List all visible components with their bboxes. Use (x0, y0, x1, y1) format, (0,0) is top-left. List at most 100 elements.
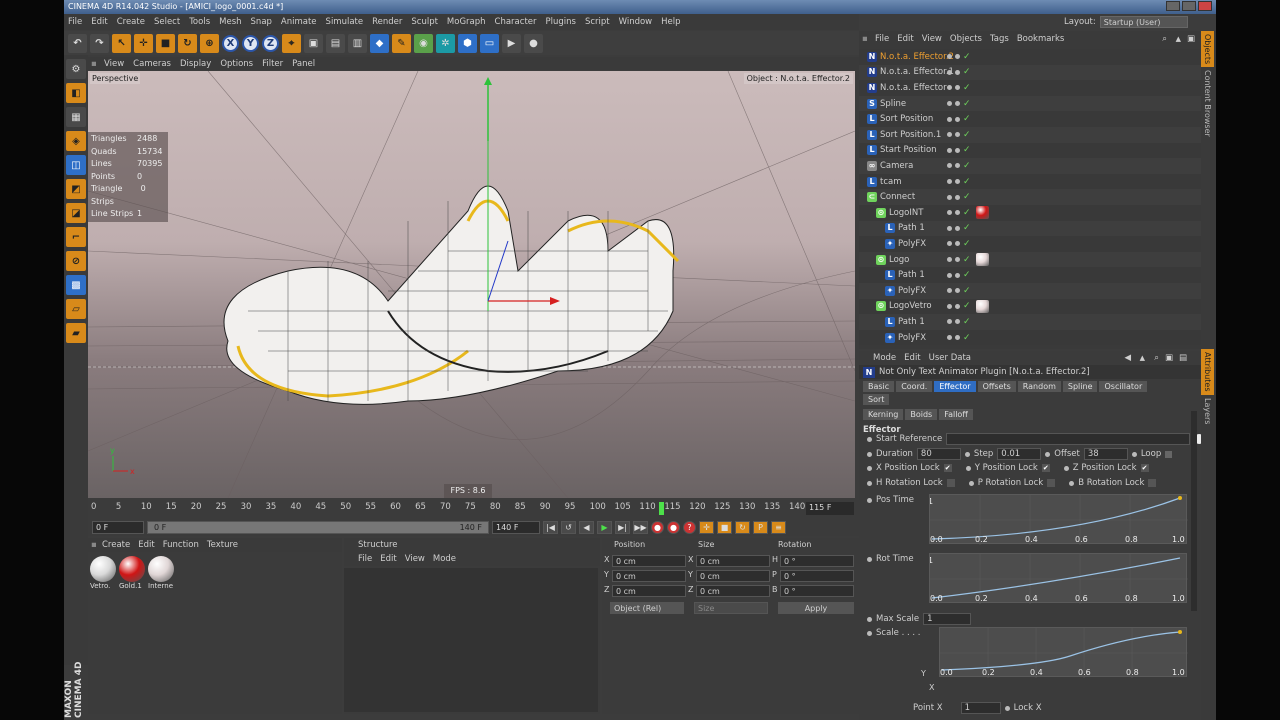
record-icon[interactable]: ● (651, 520, 664, 534)
visibility-dot-icon[interactable] (947, 241, 952, 247)
side-tab-content-browser[interactable]: Content Browser (1201, 67, 1214, 140)
end-frame-field[interactable]: 140 F (492, 520, 540, 534)
record-scale-icon[interactable]: ■ (717, 520, 732, 534)
object-row[interactable]: L Path 1 ✓ (859, 267, 1201, 283)
object-row[interactable]: L Path 1 ✓ (859, 314, 1201, 330)
menu-tools[interactable]: Tools (189, 17, 210, 27)
menu-snap[interactable]: Snap (251, 17, 272, 27)
object-menu-icon[interactable]: ▪ (862, 34, 868, 44)
menu-edit[interactable]: Edit (91, 17, 107, 27)
side-tab-objects[interactable]: Objects (1201, 31, 1214, 68)
object-row[interactable]: L Sort Position.1 ✓ (859, 127, 1201, 143)
max-scale-field[interactable]: 1 (923, 613, 972, 625)
autokey-icon[interactable]: ● (667, 520, 680, 534)
rotate-tool-icon[interactable]: ↻ (178, 33, 197, 53)
scale-curve[interactable]: 0.0 0.2 0.4 0.6 0.8 1.0 (939, 627, 1188, 678)
enabled-check-icon[interactable]: ✓ (963, 130, 971, 140)
material-menu-icon[interactable]: ▪ (91, 540, 97, 550)
size-field[interactable]: 0 cm (696, 585, 770, 597)
make-editable-icon[interactable]: ⚙ (66, 59, 86, 79)
visibility-dot-icon[interactable] (947, 225, 952, 231)
timeline-mode-icon[interactable]: ≡ (771, 520, 786, 534)
lock-icon[interactable]: ▣ (1165, 353, 1173, 363)
tab-coord[interactable]: Coord. (896, 381, 933, 392)
attribute-scrollbar[interactable] (1191, 411, 1197, 611)
up-arrow-icon[interactable]: ▲ (1176, 35, 1181, 43)
rot-time-curve[interactable]: 0.0 0.2 0.4 0.6 0.8 1.0 1 (928, 553, 1188, 604)
record-rotation-icon[interactable]: ↻ (735, 520, 750, 534)
render-dot-icon[interactable] (955, 116, 960, 122)
search-icon[interactable]: ⌕ (1162, 34, 1167, 44)
enabled-check-icon[interactable]: ✓ (963, 239, 971, 249)
close-button[interactable] (1198, 1, 1212, 11)
menu-mesh[interactable]: Mesh (219, 17, 241, 27)
object-menu-edit[interactable]: Edit (897, 34, 913, 44)
visibility-dot-icon[interactable] (947, 69, 952, 75)
object-menu-bookmarks[interactable]: Bookmarks (1017, 34, 1065, 44)
scale-tool-icon[interactable]: ■ (156, 33, 175, 53)
visibility-dot-icon[interactable] (947, 132, 952, 138)
live-selection-icon[interactable]: ↖ (112, 33, 131, 53)
visibility-dot-icon[interactable] (947, 303, 952, 309)
material-swatch[interactable]: Gold.1 (119, 556, 145, 594)
point-x-field[interactable]: 1 (960, 702, 1001, 714)
menu-window[interactable]: Window (619, 17, 653, 27)
duration-field[interactable]: 80 (916, 448, 961, 460)
enable-axis-icon[interactable]: ⌐ (66, 227, 86, 247)
lock-checkbox[interactable]: ✔ (943, 464, 952, 472)
step-field[interactable]: 0.01 (997, 448, 1042, 460)
cube-object-icon[interactable]: ◆ (370, 33, 389, 53)
visibility-dot-icon[interactable] (947, 116, 952, 122)
coordinate-mode-dropdown[interactable]: Object (Rel) (610, 602, 684, 614)
frame-range-slider[interactable]: 0 F 140 F (147, 520, 489, 534)
render-dot-icon[interactable] (955, 257, 960, 263)
structure-menu-edit[interactable]: Edit (380, 554, 396, 564)
material-menu-create[interactable]: Create (102, 540, 130, 550)
tweak-mode-icon[interactable]: ⊘ (66, 251, 86, 271)
enabled-check-icon[interactable]: ✓ (963, 67, 971, 77)
maximize-button[interactable] (1182, 1, 1196, 11)
menu-help[interactable]: Help (661, 17, 680, 27)
lock-checkbox[interactable] (1148, 479, 1157, 487)
enabled-check-icon[interactable]: ✓ (963, 52, 971, 62)
rotation-field[interactable]: 0 ° (780, 555, 854, 567)
object-menu-tags[interactable]: Tags (990, 34, 1009, 44)
tab-sort[interactable]: Sort (863, 394, 890, 405)
size-field[interactable]: 0 cm (696, 555, 770, 567)
render-dot-icon[interactable] (955, 288, 960, 294)
move-tool-icon[interactable]: ✛ (134, 33, 153, 53)
object-row[interactable]: N N.o.t.a. Effector.2 ✓ (859, 49, 1201, 65)
render-dot-icon[interactable] (955, 85, 960, 91)
object-row[interactable]: Ltcam ✓ (859, 173, 1201, 190)
enabled-check-icon[interactable]: ✓ (963, 114, 971, 124)
timeline-ruler[interactable]: 0 5 10 15 20 25 30 35 40 45 50 55 60 65 70 75 80 85 90 95 10… (88, 500, 859, 518)
visibility-dot-icon[interactable] (947, 272, 952, 278)
object-row[interactable]: ⊙ LogoVetro ✓ (859, 298, 1201, 315)
rotation-field[interactable]: 0 ° (780, 585, 854, 597)
visibility-dot-icon[interactable] (947, 288, 952, 294)
lock-checkbox[interactable]: ✔ (1041, 464, 1050, 472)
tab-random[interactable]: Random (1017, 381, 1061, 392)
record-parameter-icon[interactable]: P (753, 520, 768, 534)
viewport-menu-filter[interactable]: Filter (262, 59, 283, 69)
enabled-check-icon[interactable]: ✓ (963, 192, 971, 202)
menu-select[interactable]: Select (154, 17, 180, 27)
enabled-check-icon[interactable]: ✓ (963, 223, 971, 233)
loop-checkbox[interactable] (1165, 450, 1173, 458)
enabled-check-icon[interactable]: ✓ (963, 255, 971, 265)
enabled-check-icon[interactable]: ✓ (963, 301, 971, 311)
side-tab-layers[interactable]: Layers (1201, 395, 1214, 427)
object-menu-view[interactable]: View (922, 34, 942, 44)
deformer-icon[interactable]: ⬢ (458, 33, 477, 53)
locked-workplane-icon[interactable]: ▰ (66, 323, 86, 343)
viewport-menu-panel[interactable]: Panel (292, 59, 315, 69)
object-menu-objects[interactable]: Objects (950, 34, 982, 44)
record-position-icon[interactable]: ✛ (699, 520, 714, 534)
camera-object-icon[interactable]: ▶ (502, 33, 521, 53)
material-tag-icon[interactable] (975, 253, 989, 267)
render-dot-icon[interactable] (955, 319, 960, 325)
object-row[interactable]: ⊙ LogoINT ✓ (859, 205, 1201, 221)
apply-button[interactable]: Apply (778, 602, 854, 614)
material-menu-texture[interactable]: Texture (207, 540, 238, 550)
model-mode-icon[interactable]: ◧ (66, 83, 86, 103)
